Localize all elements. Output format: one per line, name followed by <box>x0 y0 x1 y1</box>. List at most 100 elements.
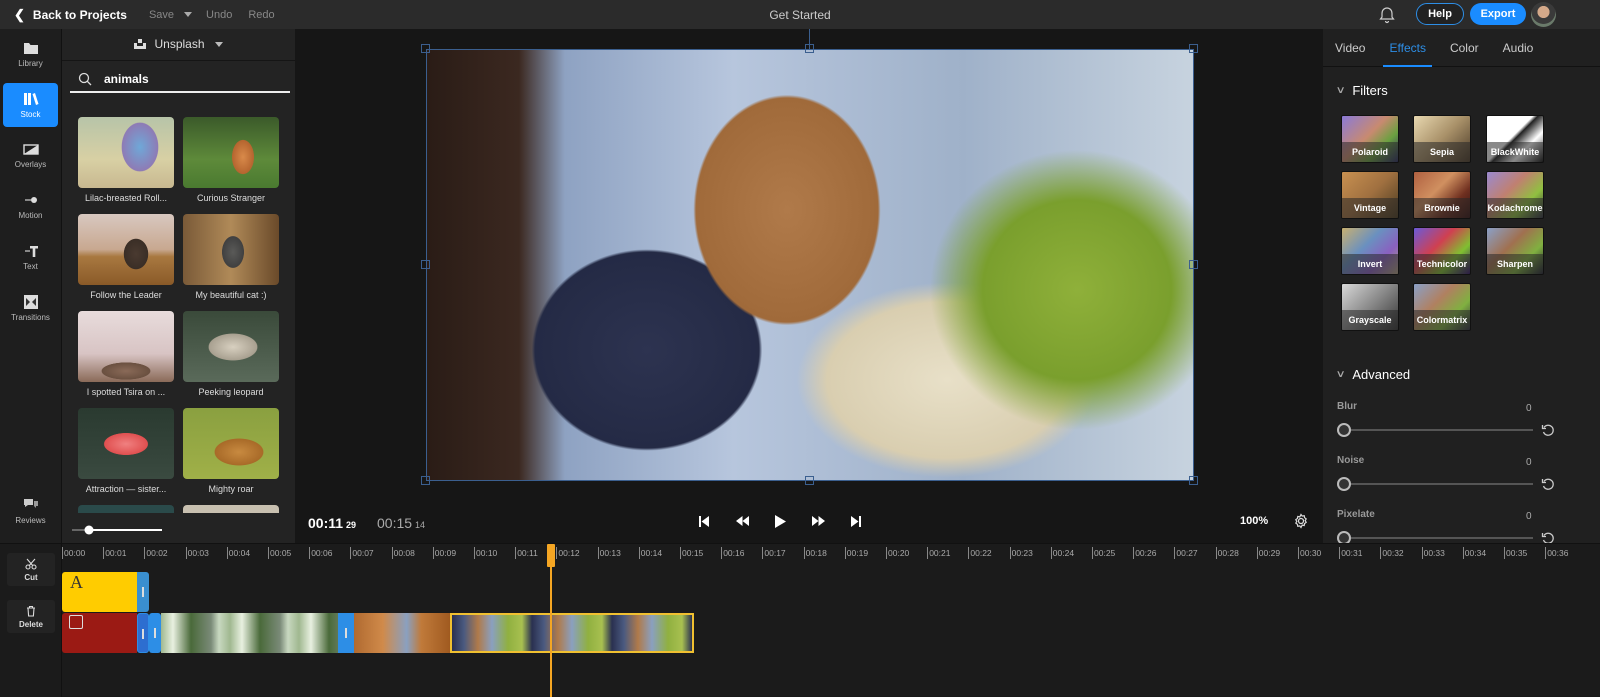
resize-handle-b[interactable] <box>805 476 814 485</box>
nav-library[interactable]: Library <box>3 32 58 76</box>
stock-item[interactable]: Peeking leopard <box>183 311 279 397</box>
slider-knob[interactable] <box>1337 477 1351 491</box>
tab-effects[interactable]: Effects <box>1377 29 1437 67</box>
filter-brownie[interactable]: Brownie <box>1413 171 1471 219</box>
pixelate-slider[interactable] <box>1337 531 1533 543</box>
ruler-tick: 00:07 <box>350 547 374 559</box>
filters-section-toggle[interactable]: ∨ Filters <box>1336 83 1388 98</box>
nav-stock[interactable]: Stock <box>3 83 58 127</box>
tab-color[interactable]: Color <box>1438 29 1491 67</box>
skip-end-button[interactable] <box>837 513 875 529</box>
resize-handle-br[interactable] <box>1189 476 1198 485</box>
stock-item[interactable] <box>183 505 279 513</box>
stock-item[interactable]: Attraction — sister... <box>78 408 174 494</box>
properties-panel: Video Effects Color Audio ∨ Filters Pola… <box>1323 29 1600 543</box>
thumbnail-size-slider[interactable] <box>72 525 162 535</box>
reset-icon[interactable] <box>1541 477 1555 491</box>
video-canvas[interactable] <box>426 49 1194 481</box>
slider-knob[interactable] <box>1337 531 1351 543</box>
filter-vintage[interactable]: Vintage <box>1341 171 1399 219</box>
back-label: Back to Projects <box>32 7 127 22</box>
play-button[interactable] <box>761 513 799 529</box>
search-field[interactable] <box>70 67 290 93</box>
undo-button[interactable]: Undo <box>206 9 232 21</box>
total-time: 00:15 14 <box>377 515 425 531</box>
stock-item[interactable]: My beautiful cat :) <box>183 214 279 300</box>
transition-handle[interactable] <box>149 613 161 653</box>
noise-slider[interactable] <box>1337 477 1533 491</box>
filter-label: Vintage <box>1342 198 1398 218</box>
stock-item[interactable]: Mighty roar <box>183 408 279 494</box>
rewind-icon <box>735 516 749 526</box>
transition-handle[interactable] <box>137 613 149 653</box>
text-clip-trim-handle[interactable] <box>137 572 149 612</box>
color-clip[interactable] <box>62 613 137 653</box>
filter-kodachrome[interactable]: Kodachrome <box>1486 171 1544 219</box>
nav-reviews[interactable]: Reviews <box>3 489 58 533</box>
blur-slider[interactable] <box>1337 423 1533 437</box>
bell-icon[interactable] <box>1378 6 1396 24</box>
video-clip-dog[interactable] <box>354 613 450 653</box>
video-clip-selected[interactable] <box>450 613 694 653</box>
video-clip-cat[interactable] <box>161 613 338 653</box>
ruler-tick: 00:36 <box>1545 547 1569 559</box>
skip-start-button[interactable] <box>685 513 723 529</box>
slider-knob[interactable] <box>1337 423 1351 437</box>
source-dropdown[interactable]: Unsplash <box>62 37 295 51</box>
save-options-caret-icon[interactable] <box>184 12 193 17</box>
resize-handle-t[interactable] <box>805 44 814 53</box>
stock-item[interactable]: Curious Stranger <box>183 117 279 203</box>
save-button[interactable]: Save <box>149 9 174 21</box>
nav-text[interactable]: Text <box>3 235 58 279</box>
ruler-tick: 00:27 <box>1174 547 1198 559</box>
back-to-projects-button[interactable]: ❮ Back to Projects <box>14 7 127 23</box>
resize-handle-bl[interactable] <box>421 476 430 485</box>
overlay-icon <box>22 143 39 155</box>
stock-item[interactable]: I spotted Tsira on ... <box>78 311 174 397</box>
text-clip[interactable]: A <box>62 572 137 612</box>
ruler-tick: 00:19 <box>844 547 869 559</box>
filter-technicolor[interactable]: Technicolor <box>1413 227 1471 275</box>
user-avatar[interactable] <box>1531 2 1556 27</box>
resize-handle-r[interactable] <box>1189 260 1198 269</box>
reset-icon[interactable] <box>1541 423 1555 437</box>
resize-handle-l[interactable] <box>421 260 430 269</box>
filter-sharpen[interactable]: Sharpen <box>1486 227 1544 275</box>
filter-invert[interactable]: Invert <box>1341 227 1399 275</box>
filter-grayscale[interactable]: Grayscale <box>1341 283 1399 331</box>
filter-blackwhite[interactable]: BlackWhite <box>1486 115 1544 163</box>
advanced-section-toggle[interactable]: ∨ Advanced <box>1336 367 1411 382</box>
transition-handle[interactable] <box>338 613 354 653</box>
text-clip-glyph: A <box>70 572 83 592</box>
resize-handle-tr[interactable] <box>1189 44 1198 53</box>
timeline-ruler[interactable]: 00:00 00:01 00:02 00:03 00:04 00:05 00:06 00:07… <box>62 544 1600 562</box>
redo-button[interactable]: Redo <box>248 9 274 21</box>
tab-video[interactable]: Video <box>1323 29 1377 67</box>
rewind-button[interactable] <box>723 513 761 529</box>
delete-button[interactable]: Delete <box>7 600 55 633</box>
nav-motion[interactable]: Motion <box>3 184 58 228</box>
resize-handle-tl[interactable] <box>421 44 430 53</box>
export-button[interactable]: Export <box>1470 3 1526 25</box>
cut-button[interactable]: Cut <box>7 553 55 586</box>
nav-overlays[interactable]: Overlays <box>3 133 58 177</box>
reset-icon[interactable] <box>1541 531 1555 543</box>
ruler-tick: 00:11 <box>515 547 538 559</box>
zoom-level[interactable]: 100% <box>1240 515 1268 527</box>
fast-forward-button[interactable] <box>799 513 837 529</box>
blur-label: Blur <box>1337 401 1357 412</box>
stock-item[interactable]: Follow the Leader <box>78 214 174 300</box>
tab-audio[interactable]: Audio <box>1491 29 1546 67</box>
current-time-value: 00:11 <box>308 515 344 531</box>
filter-sepia[interactable]: Sepia <box>1413 115 1471 163</box>
search-input[interactable] <box>104 72 264 86</box>
filter-colormatrix[interactable]: Colormatrix <box>1413 283 1471 331</box>
filter-polaroid[interactable]: Polaroid <box>1341 115 1399 163</box>
total-frame: 14 <box>415 520 426 530</box>
stock-item[interactable]: Lilac-breasted Roll... <box>78 117 174 203</box>
nav-transitions[interactable]: Transitions <box>3 286 58 330</box>
settings-gear-icon[interactable] <box>1293 513 1309 529</box>
help-button[interactable]: Help <box>1416 3 1464 25</box>
playhead-handle[interactable] <box>547 544 555 567</box>
stock-item[interactable] <box>78 505 174 513</box>
